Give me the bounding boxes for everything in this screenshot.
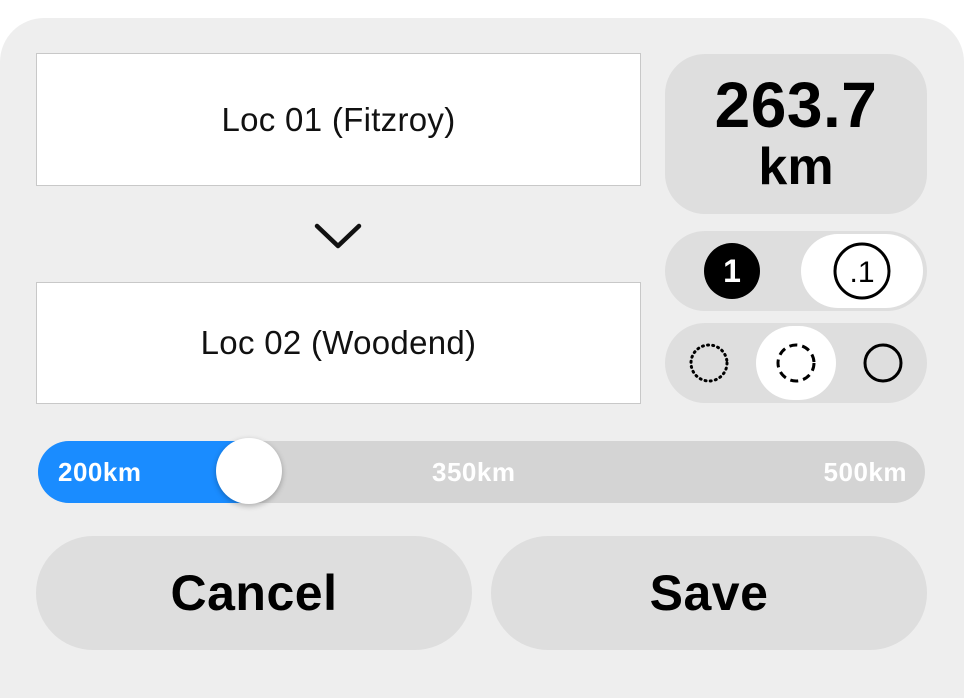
solid-circle-icon	[863, 343, 903, 383]
slider-min-label: 200km	[58, 456, 142, 487]
precision-whole-glyph: 1	[723, 253, 741, 289]
precision-option-decimal[interactable]: .1	[801, 234, 923, 308]
distance-display: 263.7 km	[665, 54, 927, 214]
end-location-field[interactable]: Loc 02 (Woodend)	[36, 282, 641, 404]
dotted-circle-icon	[689, 343, 729, 383]
start-location-field[interactable]: Loc 01 (Fitzroy)	[36, 53, 641, 186]
save-button[interactable]: Save	[491, 536, 927, 650]
range-slider[interactable]: 200km 350km 500km	[38, 438, 925, 504]
outlined-circle-point-1-icon: .1	[833, 242, 891, 300]
cancel-button[interactable]: Cancel	[36, 536, 472, 650]
start-location-label: Loc 01 (Fitzroy)	[221, 100, 456, 138]
dashed-circle-icon	[776, 343, 816, 383]
chevron-down-icon	[314, 223, 362, 249]
cancel-button-label: Cancel	[170, 565, 338, 621]
end-location-label: Loc 02 (Woodend)	[200, 324, 477, 361]
line-style-selector	[665, 323, 927, 403]
precision-selector: 1 .1	[665, 231, 927, 311]
filled-circle-1-icon: 1	[704, 243, 760, 299]
line-style-option-dotted[interactable]	[669, 326, 749, 400]
slider-max-label: 500km	[823, 456, 907, 487]
line-style-option-dashed[interactable]	[756, 326, 836, 400]
slider-mid-label: 350km	[432, 456, 516, 487]
line-style-option-solid[interactable]	[843, 326, 923, 400]
precision-option-whole[interactable]: 1	[669, 234, 795, 308]
distance-value: 263.7	[714, 69, 878, 141]
precision-decimal-glyph: .1	[849, 256, 874, 289]
slider-thumb[interactable]	[216, 438, 283, 504]
save-button-label: Save	[649, 565, 769, 621]
distance-unit: km	[758, 138, 834, 196]
